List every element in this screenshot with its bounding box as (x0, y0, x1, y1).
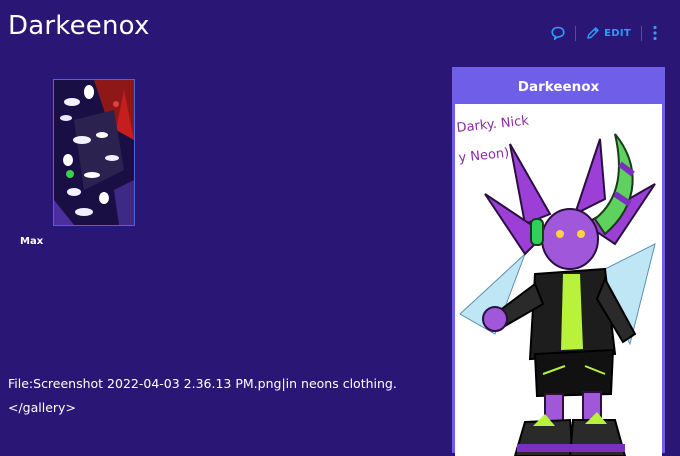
character-artwork: Darky. Nick y Neon) (455, 104, 662, 456)
page-title: Darkeenox (8, 11, 150, 41)
infobox-title: Darkeenox (455, 70, 662, 104)
toolbar-divider (641, 25, 642, 41)
infobox-image[interactable]: Darky. Nick y Neon) (455, 104, 662, 456)
more-vertical-icon (653, 25, 657, 41)
pencil-icon (587, 27, 599, 39)
body-text-line-1: File:Screenshot 2022-04-03 2.36.13 PM.pn… (8, 376, 397, 391)
more-actions-button[interactable] (652, 25, 658, 41)
comment-icon (551, 26, 565, 40)
edit-label: EDIT (604, 27, 631, 39)
gallery-thumbnail-image (54, 80, 134, 225)
page-toolbar: EDIT (551, 24, 658, 42)
toolbar-divider (575, 25, 577, 41)
body-text-line-2: </gallery> (8, 400, 76, 415)
edit-button[interactable]: EDIT (586, 26, 631, 40)
comment-button[interactable] (551, 26, 565, 41)
infobox: Darkeenox Darky. Nick y Neon) (452, 67, 665, 456)
gallery-caption: Max (20, 236, 44, 247)
gallery-thumbnail[interactable] (53, 79, 135, 226)
